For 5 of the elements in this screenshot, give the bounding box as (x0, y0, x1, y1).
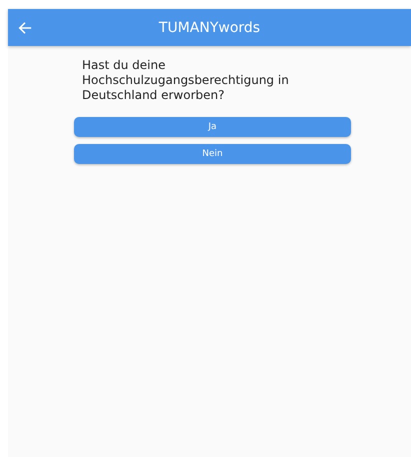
back-arrow-icon[interactable] (18, 20, 32, 34)
question-text: Hast du deine Hochschulzugangsberechtigung in Deutschland erworben? (82, 58, 290, 103)
answer-button[interactable]: Nein (74, 144, 351, 164)
answer-button[interactable]: Ja (74, 117, 351, 137)
app-title: TUMANYwords (158, 20, 262, 36)
